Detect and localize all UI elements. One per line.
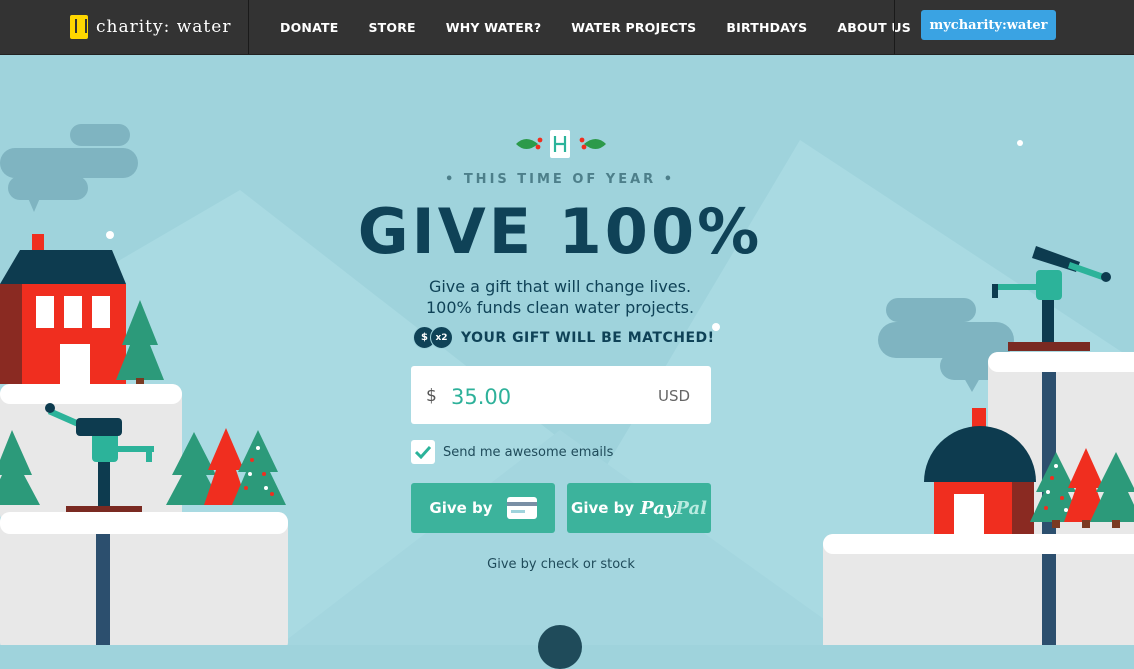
- amount-field: $ USD: [411, 366, 711, 424]
- jerrycan-icon: [70, 15, 88, 39]
- give-by-card-label: Give by: [429, 499, 493, 517]
- give-by-paypal-button[interactable]: Give by PayPal: [567, 483, 711, 533]
- paypal-logo: PayPal: [640, 497, 707, 519]
- amount-input[interactable]: [449, 378, 633, 416]
- currency-symbol: $: [426, 386, 437, 406]
- nav-right: mycharity:water: [894, 0, 1134, 54]
- give-by-check-link[interactable]: Give by check or stock: [411, 557, 711, 572]
- nav-donate[interactable]: DONATE: [280, 20, 338, 35]
- nav-why-water[interactable]: WHY WATER?: [446, 20, 542, 35]
- nav-birthdays[interactable]: BIRTHDAYS: [726, 20, 807, 35]
- email-optin-checkbox[interactable]: [411, 440, 435, 464]
- subheadline-line-2: 100% funds clean water projects.: [425, 298, 695, 317]
- nav-water-projects[interactable]: WATER PROJECTS: [571, 20, 696, 35]
- coin-x2-icon: x2: [430, 326, 453, 349]
- email-optin-row: Send me awesome emails: [411, 440, 613, 464]
- checkmark-icon: [415, 445, 431, 459]
- credit-card-icon: [506, 497, 537, 519]
- give-by-paypal-label: Give by: [571, 499, 635, 517]
- brand-logo[interactable]: charity: water: [60, 0, 249, 54]
- give-by-card-button[interactable]: Give by: [411, 483, 555, 533]
- pipe-left: [96, 534, 110, 645]
- holly-jerrycan-icon: [516, 130, 606, 158]
- headline: GIVE 100%: [357, 195, 763, 268]
- top-nav: charity: water DONATE STORE WHY WATER? W…: [0, 0, 1134, 55]
- match-banner: $ x2 YOUR GIFT WILL BE MATCHED!: [413, 326, 715, 349]
- mycharity-water-button[interactable]: mycharity:water: [921, 10, 1056, 40]
- subheadline-line-1: Give a gift that will change lives.: [428, 277, 692, 296]
- nav-store[interactable]: STORE: [368, 20, 415, 35]
- eyebrow-text: • THIS TIME OF YEAR •: [444, 172, 675, 187]
- scroll-down-button[interactable]: [538, 625, 582, 669]
- email-optin-label: Send me awesome emails: [443, 444, 614, 460]
- currency-code: USD: [658, 387, 691, 405]
- match-text: YOUR GIFT WILL BE MATCHED!: [461, 329, 715, 346]
- brand-name: charity: water: [96, 17, 232, 37]
- subheadline: Give a gift that will change lives. 100%…: [0, 276, 1120, 318]
- nav-links: DONATE STORE WHY WATER? WATER PROJECTS B…: [250, 0, 911, 54]
